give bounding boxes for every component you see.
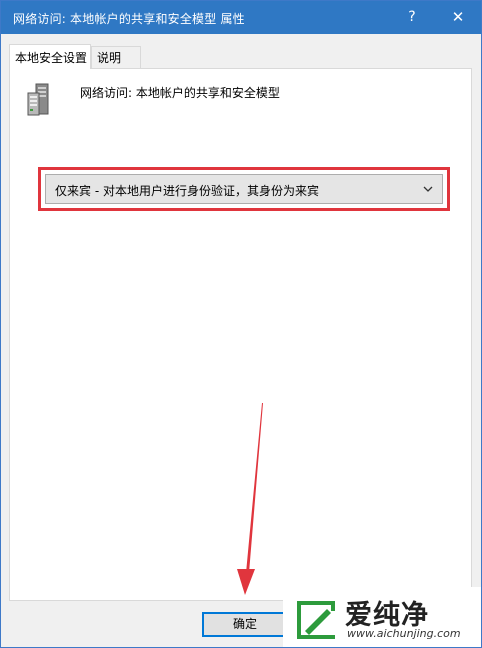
sharing-model-select[interactable]: 仅来宾 - 对本地用户进行身份验证，其身份为来宾	[45, 174, 443, 204]
tab-explain[interactable]: 说明	[91, 46, 141, 68]
select-value: 仅来宾 - 对本地用户进行身份验证，其身份为来宾	[55, 184, 319, 198]
watermark-url: www.aichunjing.com	[347, 627, 461, 640]
ok-button[interactable]: 确定	[202, 612, 288, 637]
server-icon	[27, 83, 49, 116]
window-title: 网络访问: 本地帐户的共享和安全模型 属性	[13, 12, 245, 26]
policy-title: 网络访问: 本地帐户的共享和安全模型	[80, 86, 280, 100]
close-button[interactable]: ✕	[435, 1, 481, 34]
title-bar[interactable]: 网络访问: 本地帐户的共享和安全模型 属性 ? ✕	[1, 1, 481, 34]
annotation-arrow	[237, 403, 263, 595]
tab-local-security-setting[interactable]: 本地安全设置	[9, 44, 91, 69]
watermark: 爱纯净 www.aichunjing.com	[283, 587, 481, 647]
properties-dialog: 网络访问: 本地帐户的共享和安全模型 属性 ? ✕ 本地安全设置 说明 网络访问…	[0, 0, 482, 648]
help-button[interactable]: ?	[389, 1, 435, 34]
watermark-logo-icon	[297, 601, 335, 639]
chevron-down-icon	[423, 186, 433, 192]
